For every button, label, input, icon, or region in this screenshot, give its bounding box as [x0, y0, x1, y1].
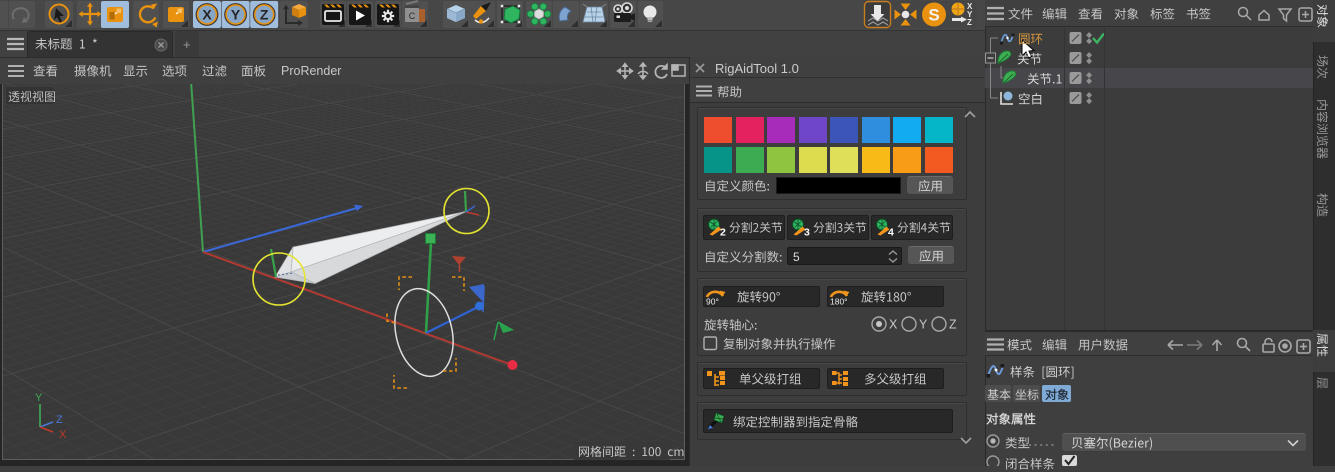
svg-text:X: X — [202, 7, 212, 23]
svg-text:X: X — [889, 318, 898, 332]
svg-text:Z: Z — [949, 318, 957, 332]
svg-text:C: C — [409, 11, 416, 21]
svg-text:Y: Y — [35, 392, 43, 404]
svg-text:3: 3 — [804, 227, 810, 239]
svg-text:4: 4 — [888, 227, 894, 239]
svg-text:180°: 180° — [830, 297, 848, 307]
svg-text:X: X — [59, 429, 67, 441]
svg-text:Y: Y — [231, 7, 241, 23]
svg-text:2: 2 — [720, 227, 726, 239]
svg-text:Z: Z — [56, 414, 63, 426]
svg-text:S: S — [928, 6, 939, 25]
svg-text:90°: 90° — [706, 297, 719, 307]
svg-text:Z: Z — [967, 18, 972, 27]
svg-text:Y: Y — [919, 318, 928, 332]
svg-text:Z: Z — [260, 7, 269, 23]
